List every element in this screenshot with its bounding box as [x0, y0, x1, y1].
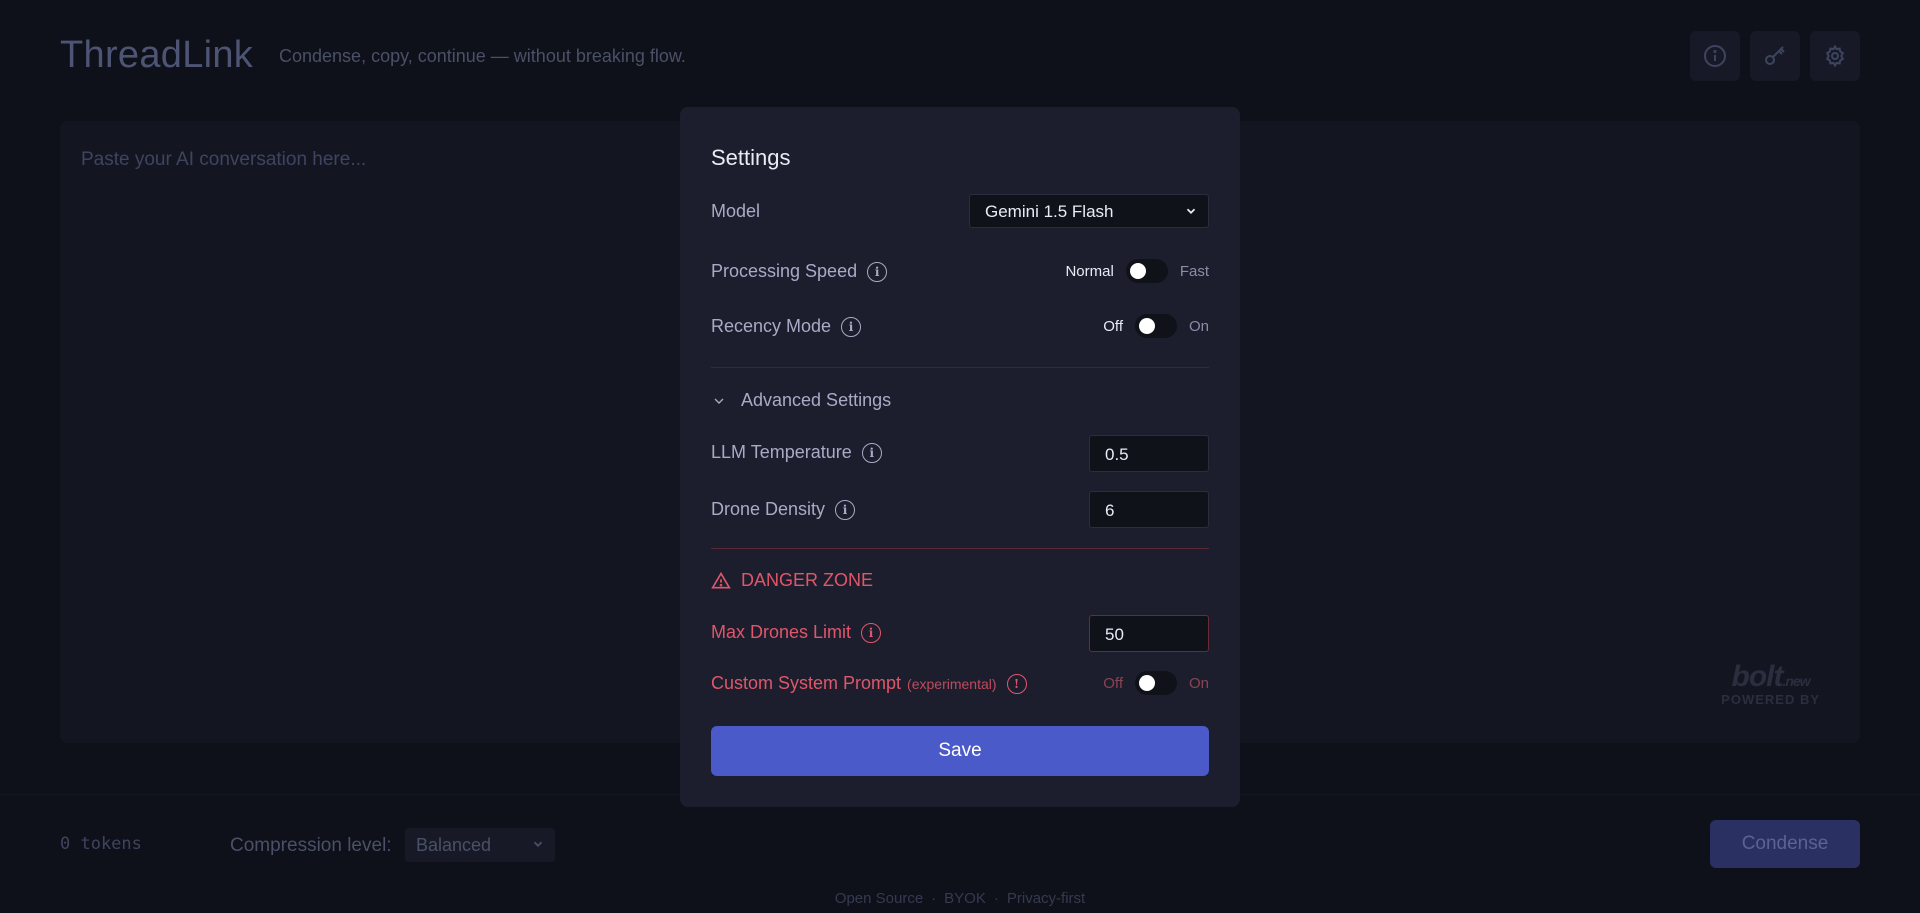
compression-label: Compression level: — [230, 835, 392, 856]
model-select[interactable]: Gemini 1.5 Flash — [969, 194, 1209, 228]
info-icon[interactable]: i — [841, 316, 862, 337]
processing-speed-label: Processing Speed — [711, 261, 858, 281]
recency-mode-toggle[interactable] — [1134, 314, 1177, 338]
custom-prompt-label: Custom System Prompt — [711, 673, 902, 693]
info-icon[interactable]: i — [861, 442, 882, 463]
chevron-down-icon — [714, 398, 724, 404]
app-header: ThreadLink Condense, copy, continue — wi… — [0, 0, 1920, 110]
toggle-knob — [1138, 318, 1155, 334]
info-icon — [1704, 45, 1726, 67]
processing-speed-row: Processing Speed i — [711, 261, 888, 282]
custom-prompt-row: Custom System Prompt (experimental) ! — [711, 673, 1027, 694]
temperature-input[interactable]: 0.5 — [1089, 435, 1209, 472]
modal-title: Settings — [711, 145, 791, 170]
advanced-settings-toggle[interactable]: Advanced Settings — [711, 390, 891, 411]
bolt-badge[interactable]: bolt.new POWERED BY — [1721, 660, 1820, 707]
link-byok[interactable]: BYOK — [944, 890, 986, 907]
section-divider — [711, 367, 1209, 368]
warning-icon — [711, 571, 731, 588]
advanced-settings-label: Advanced Settings — [741, 390, 892, 410]
info-icon[interactable]: i — [867, 261, 888, 282]
recency-mode-off-label: Off — [1103, 317, 1123, 335]
info-icon[interactable]: i — [835, 499, 856, 520]
custom-prompt-control: Off On — [1103, 671, 1209, 695]
key-icon — [1765, 46, 1785, 65]
processing-speed-toggle[interactable] — [1125, 259, 1168, 283]
model-label: Model — [711, 201, 761, 221]
api-key-button[interactable] — [1750, 31, 1800, 81]
bolt-logo: bolt.new — [1731, 660, 1811, 693]
gear-icon — [1825, 44, 1845, 68]
drone-density-input[interactable]: 6 — [1089, 491, 1209, 528]
chevron-down-icon — [533, 841, 543, 847]
drone-density-row: Drone Density i — [711, 499, 856, 520]
custom-prompt-off-label: Off — [1103, 674, 1123, 692]
recency-mode-control: Off On — [1103, 314, 1209, 338]
recency-mode-row: Recency Mode i — [711, 316, 862, 337]
link-open-source[interactable]: Open Source — [835, 890, 923, 907]
token-count: 0 tokens — [60, 834, 142, 854]
save-button[interactable]: Save — [711, 726, 1209, 776]
settings-modal: Settings Model Gemini 1.5 Flash Processi… — [680, 107, 1240, 807]
app-title: ThreadLink — [60, 34, 254, 76]
max-drones-input[interactable]: 50 — [1089, 615, 1209, 652]
footer-links: Open Source · BYOK · Privacy-first — [0, 890, 1920, 907]
link-privacy-first[interactable]: Privacy-first — [1007, 890, 1085, 907]
alert-icon[interactable]: ! — [1006, 673, 1027, 694]
processing-speed-control: Normal Fast — [1065, 259, 1209, 283]
model-value: Gemini 1.5 Flash — [985, 202, 1114, 221]
processing-speed-off-label: Normal — [1065, 262, 1114, 280]
danger-divider — [711, 548, 1209, 549]
toggle-knob — [1138, 675, 1155, 691]
temperature-label: LLM Temperature — [711, 442, 852, 462]
processing-speed-on-label: Fast — [1179, 262, 1209, 280]
danger-zone-title: DANGER ZONE — [711, 570, 873, 591]
compression-select[interactable]: Balanced — [405, 828, 555, 862]
powered-by-label: POWERED BY — [1721, 692, 1820, 707]
recency-mode-on-label: On — [1188, 317, 1209, 335]
drone-density-label: Drone Density — [711, 499, 826, 519]
custom-prompt-toggle[interactable] — [1134, 671, 1177, 695]
info-button[interactable] — [1690, 31, 1740, 81]
condense-button[interactable]: Condense — [1710, 820, 1860, 868]
link-separator: · — [993, 890, 999, 907]
compression-value: Balanced — [416, 835, 492, 855]
chevron-down-icon — [1186, 208, 1196, 214]
info-icon[interactable]: i — [861, 622, 882, 643]
recency-mode-label: Recency Mode — [711, 316, 832, 336]
danger-zone-label: DANGER ZONE — [741, 570, 874, 590]
custom-prompt-on-label: On — [1188, 674, 1209, 692]
link-separator: · — [931, 890, 937, 907]
max-drones-label: Max Drones Limit — [711, 622, 852, 642]
toggle-knob — [1129, 263, 1146, 279]
experimental-note: (experimental) — [907, 675, 997, 692]
max-drones-row: Max Drones Limit i — [711, 622, 882, 643]
temperature-row: LLM Temperature i — [711, 442, 882, 463]
app-tagline: Condense, copy, continue — without break… — [279, 46, 686, 66]
settings-button[interactable] — [1810, 31, 1860, 81]
textarea-placeholder: Paste your AI conversation here... — [81, 149, 367, 170]
